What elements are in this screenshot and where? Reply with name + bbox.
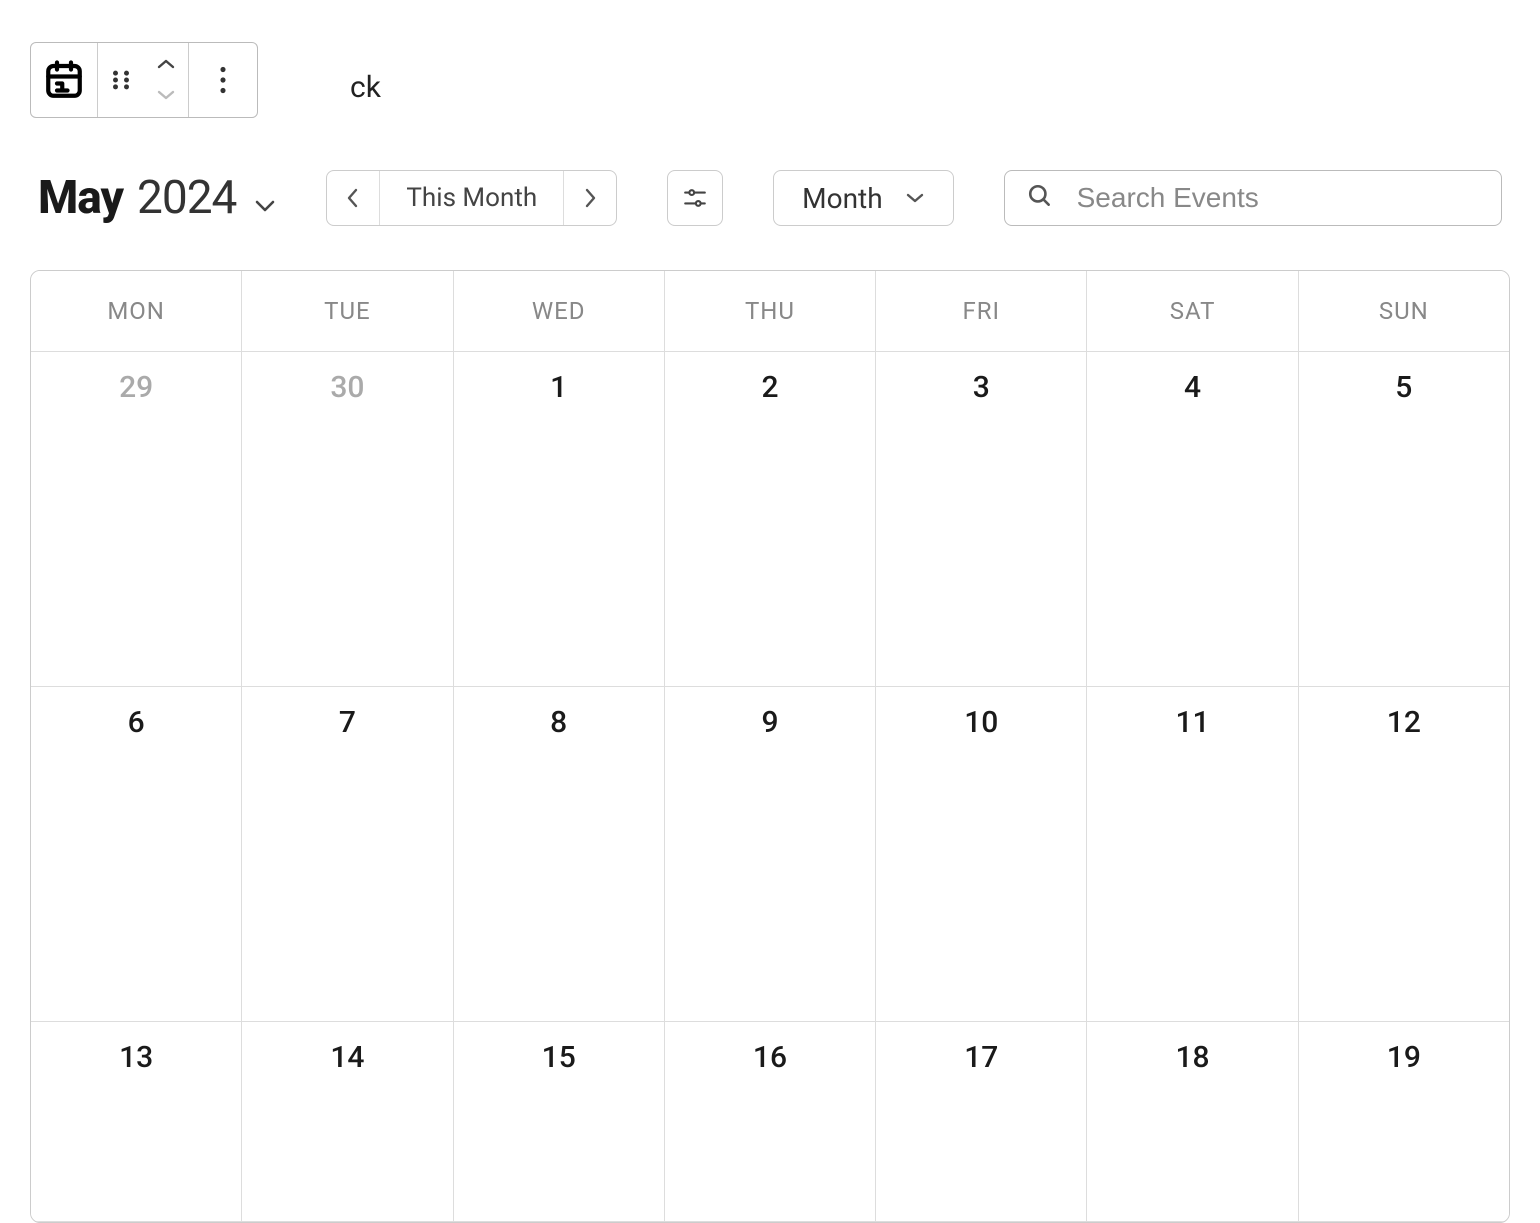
search-icon bbox=[1027, 183, 1053, 213]
search-events-input[interactable] bbox=[1077, 182, 1479, 214]
more-vertical-icon bbox=[219, 66, 227, 94]
calendar-header: May 2024 This Month Month bbox=[38, 170, 1502, 226]
weekday-header: FRI bbox=[876, 271, 1087, 352]
day-cell[interactable]: 15 bbox=[454, 1022, 665, 1222]
day-cell[interactable]: 30 bbox=[242, 352, 453, 687]
search-events-group bbox=[1004, 170, 1502, 226]
day-cell[interactable]: 2 bbox=[665, 352, 876, 687]
block-type-button[interactable] bbox=[31, 43, 98, 117]
block-more-button[interactable] bbox=[189, 43, 257, 117]
day-cell[interactable]: 10 bbox=[876, 687, 1087, 1022]
day-cell[interactable]: 4 bbox=[1087, 352, 1298, 687]
view-select-label: Month bbox=[802, 182, 882, 215]
day-cell[interactable]: 7 bbox=[242, 687, 453, 1022]
day-cell[interactable]: 18 bbox=[1087, 1022, 1298, 1222]
calendar-grid: MON TUE WED THU FRI SAT SUN 293012345678… bbox=[30, 270, 1510, 1223]
day-cell[interactable]: 12 bbox=[1299, 687, 1509, 1022]
weekday-header: SUN bbox=[1299, 271, 1509, 352]
title-year: 2024 bbox=[137, 171, 236, 225]
day-cell[interactable]: 29 bbox=[31, 352, 242, 687]
drag-handle-icon bbox=[110, 69, 132, 91]
calendar-block-icon bbox=[43, 59, 85, 101]
next-period-button[interactable] bbox=[564, 171, 616, 225]
day-cell[interactable]: 16 bbox=[665, 1022, 876, 1222]
day-cell[interactable]: 3 bbox=[876, 352, 1087, 687]
block-move-group bbox=[144, 43, 189, 117]
weekday-header-row: MON TUE WED THU FRI SAT SUN bbox=[31, 271, 1509, 352]
day-cell[interactable]: 9 bbox=[665, 687, 876, 1022]
filter-button[interactable] bbox=[667, 170, 723, 226]
week-row: 6789101112 bbox=[31, 687, 1509, 1022]
day-cell[interactable]: 1 bbox=[454, 352, 665, 687]
day-cell[interactable]: 13 bbox=[31, 1022, 242, 1222]
date-nav-group: This Month bbox=[326, 170, 617, 226]
weekday-header: SAT bbox=[1087, 271, 1298, 352]
block-drag-handle[interactable] bbox=[98, 43, 144, 117]
week-row: 293012345 bbox=[31, 352, 1509, 687]
day-cell[interactable]: 11 bbox=[1087, 687, 1298, 1022]
day-cell[interactable]: 17 bbox=[876, 1022, 1087, 1222]
day-cell[interactable]: 19 bbox=[1299, 1022, 1509, 1222]
view-select[interactable]: Month bbox=[773, 170, 953, 226]
trailing-text: ck bbox=[350, 70, 381, 105]
weekday-header: MON bbox=[31, 271, 242, 352]
weekday-header: THU bbox=[665, 271, 876, 352]
move-up-button[interactable] bbox=[156, 55, 176, 74]
day-cell[interactable]: 8 bbox=[454, 687, 665, 1022]
day-cell[interactable]: 5 bbox=[1299, 352, 1509, 687]
month-year-selector[interactable]: May 2024 bbox=[38, 171, 276, 225]
this-month-button[interactable]: This Month bbox=[379, 171, 564, 225]
block-toolbar bbox=[30, 42, 258, 118]
week-row: 13141516171819 bbox=[31, 1022, 1509, 1222]
prev-period-button[interactable] bbox=[327, 171, 379, 225]
day-cell[interactable]: 6 bbox=[31, 687, 242, 1022]
title-month: May bbox=[38, 171, 123, 225]
weekday-header: TUE bbox=[242, 271, 453, 352]
chevron-down-icon bbox=[250, 198, 276, 217]
move-down-button[interactable] bbox=[156, 86, 176, 105]
day-cell[interactable]: 14 bbox=[242, 1022, 453, 1222]
weekday-header: WED bbox=[454, 271, 665, 352]
